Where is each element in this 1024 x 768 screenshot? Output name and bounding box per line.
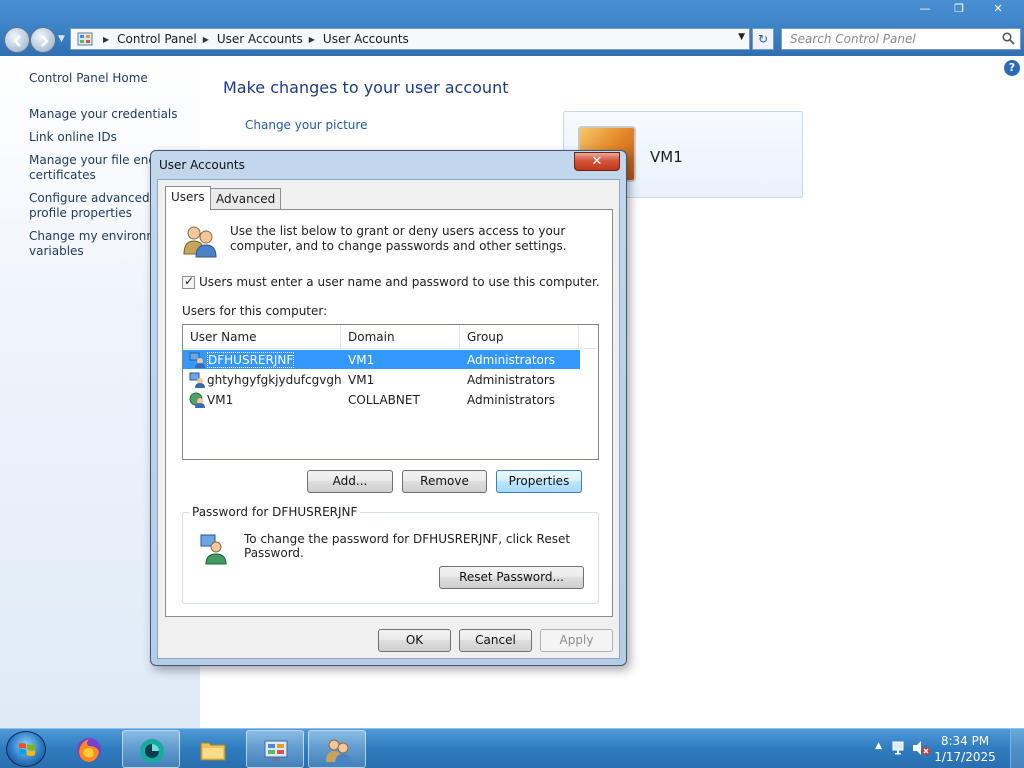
password-groupbox: Password for DFHUSRERJNF To change the p… [182, 505, 599, 604]
info-text: Use the list below to grant or deny user… [230, 224, 567, 253]
windows-logo-icon [19, 743, 35, 756]
forward-arrow-icon [41, 35, 49, 47]
link-change-picture[interactable]: Change your picture [245, 118, 367, 132]
cell-domain: VM1 [348, 352, 375, 367]
tab-advanced[interactable]: Advanced [210, 188, 282, 209]
user-account-icon [189, 352, 205, 368]
window-controls: — ❐ ✕ [908, 0, 1020, 18]
taskbar-explorer[interactable] [184, 730, 242, 768]
user-password-icon [200, 534, 227, 565]
column-header-group[interactable]: Group [460, 325, 579, 348]
breadcrumb-current[interactable]: User Accounts [323, 32, 409, 46]
forward-button[interactable] [30, 27, 56, 53]
search-placeholder: Search Control Panel [790, 32, 916, 46]
close-window-button[interactable]: ✕ [976, 0, 1020, 18]
require-login-label[interactable]: Users must enter a user name and passwor… [199, 275, 600, 289]
link-online-ids[interactable]: Link online IDs [29, 130, 199, 145]
taskbar-firefox[interactable] [60, 730, 118, 768]
column-header-domain[interactable]: Domain [341, 325, 460, 348]
dialog-title: User Accounts [159, 158, 245, 172]
back-arrow-icon [13, 35, 21, 47]
cell-group: Administrators [467, 352, 556, 367]
dialog-body: Users Advanced Use the list below to gra… [157, 179, 620, 659]
clock[interactable]: 8:34 PM 1/17/2025 [930, 733, 1000, 765]
list-header: User Name Domain Group [183, 325, 598, 349]
cell-user-name: ghtyhgyfgkjydufcgvgh [207, 372, 342, 387]
require-login-checkbox[interactable] [182, 274, 195, 289]
taskbar: ▲ 8:34 PM 1/17/2025 [0, 728, 1024, 768]
address-bar[interactable]: ▶ Control Panel ▶ User Accounts ▶ User A… [70, 28, 750, 50]
dialog-close-button[interactable]: ✕ [574, 152, 620, 171]
user-accounts-icon [326, 739, 351, 764]
volume-muted-icon[interactable] [912, 740, 930, 756]
users-icon [183, 226, 217, 258]
window-titlebar: — ❐ ✕ [0, 0, 1024, 24]
user-tile-name: VM1 [650, 148, 683, 166]
clock-time: 8:34 PM [940, 734, 990, 748]
column-header-user-name[interactable]: User Name [183, 325, 341, 348]
cell-user-name: DFHUSRERJNF [207, 351, 295, 368]
cell-group: Administrators [467, 372, 556, 387]
breadcrumb-user-accounts[interactable]: User Accounts [217, 32, 303, 46]
cell-domain: COLLABNET [348, 392, 420, 407]
clock-date: 1/17/2025 [934, 750, 996, 764]
tab-users[interactable]: Users [165, 186, 211, 210]
add-user-button[interactable]: Add... [307, 470, 393, 493]
users-tab-panel: Use the list below to grant or deny user… [165, 209, 613, 617]
cell-group: Administrators [467, 392, 556, 407]
require-login-checkbox-row[interactable]: Users must enter a user name and passwor… [182, 274, 600, 289]
taskbar-app[interactable] [122, 730, 180, 768]
breadcrumb-separator-icon[interactable]: ▶ [203, 35, 209, 44]
breadcrumb-separator-icon[interactable]: ▶ [103, 35, 109, 44]
refresh-button[interactable]: ↻ [752, 28, 774, 50]
firefox-icon [77, 738, 101, 762]
maximize-button[interactable]: ❐ [942, 0, 976, 18]
help-icon[interactable]: ? [1004, 60, 1020, 76]
control-panel-icon [264, 740, 288, 761]
back-button[interactable] [4, 27, 30, 53]
user-accounts-dialog: User Accounts ✕ Users Advanced Use the l… [150, 150, 627, 666]
table-row[interactable]: DFHUSRERJNF VM1 Administrators [183, 350, 580, 369]
cell-user-name: VM1 [207, 392, 234, 407]
ok-button[interactable]: OK [378, 629, 451, 652]
cell-domain: VM1 [348, 372, 375, 387]
show-hidden-icons-button[interactable]: ▲ [875, 741, 882, 751]
recent-pages-dropdown[interactable]: ▼ [58, 34, 65, 44]
taskbar-user-accounts[interactable] [308, 730, 366, 768]
network-icon[interactable] [892, 740, 908, 756]
address-history-dropdown-icon[interactable]: ▼ [738, 32, 745, 42]
password-instructions: To change the password for DFHUSRERJNF, … [244, 532, 571, 560]
properties-button[interactable]: Properties [496, 470, 582, 493]
user-account-icon [189, 372, 205, 388]
address-toolbar: ▼ ▶ Control Panel ▶ User Accounts ▶ User… [0, 24, 1024, 56]
control-panel-icon [77, 32, 93, 46]
minimize-button[interactable]: — [908, 0, 942, 18]
link-control-panel-home[interactable]: Control Panel Home [29, 71, 199, 86]
taskbar-control-panel[interactable] [246, 730, 304, 768]
start-button[interactable] [6, 731, 46, 767]
search-icon[interactable] [1002, 32, 1015, 45]
reset-password-button[interactable]: Reset Password... [439, 566, 584, 589]
page-title: Make changes to your user account [223, 78, 509, 97]
show-desktop-button[interactable] [1010, 729, 1024, 768]
password-group-label: Password for DFHUSRERJNF [189, 505, 361, 519]
table-row[interactable]: ghtyhgyfgkjydufcgvgh VM1 Administrators [183, 370, 598, 389]
users-list-label: Users for this computer: [182, 304, 328, 318]
app-icon [140, 739, 164, 763]
breadcrumb-separator-icon[interactable]: ▶ [309, 35, 315, 44]
apply-button[interactable]: Apply [540, 629, 613, 652]
domain-user-icon [189, 392, 205, 408]
cancel-button[interactable]: Cancel [459, 629, 532, 652]
link-manage-credentials[interactable]: Manage your credentials [29, 107, 199, 122]
search-input[interactable]: Search Control Panel [781, 28, 1021, 50]
table-row[interactable]: VM1 COLLABNET Administrators [183, 390, 598, 409]
users-list[interactable]: User Name Domain Group DFHUSRERJNF VM1 A… [182, 324, 599, 460]
folder-icon [200, 742, 226, 761]
breadcrumb-control-panel[interactable]: Control Panel [117, 32, 197, 46]
remove-user-button[interactable]: Remove [402, 470, 487, 493]
